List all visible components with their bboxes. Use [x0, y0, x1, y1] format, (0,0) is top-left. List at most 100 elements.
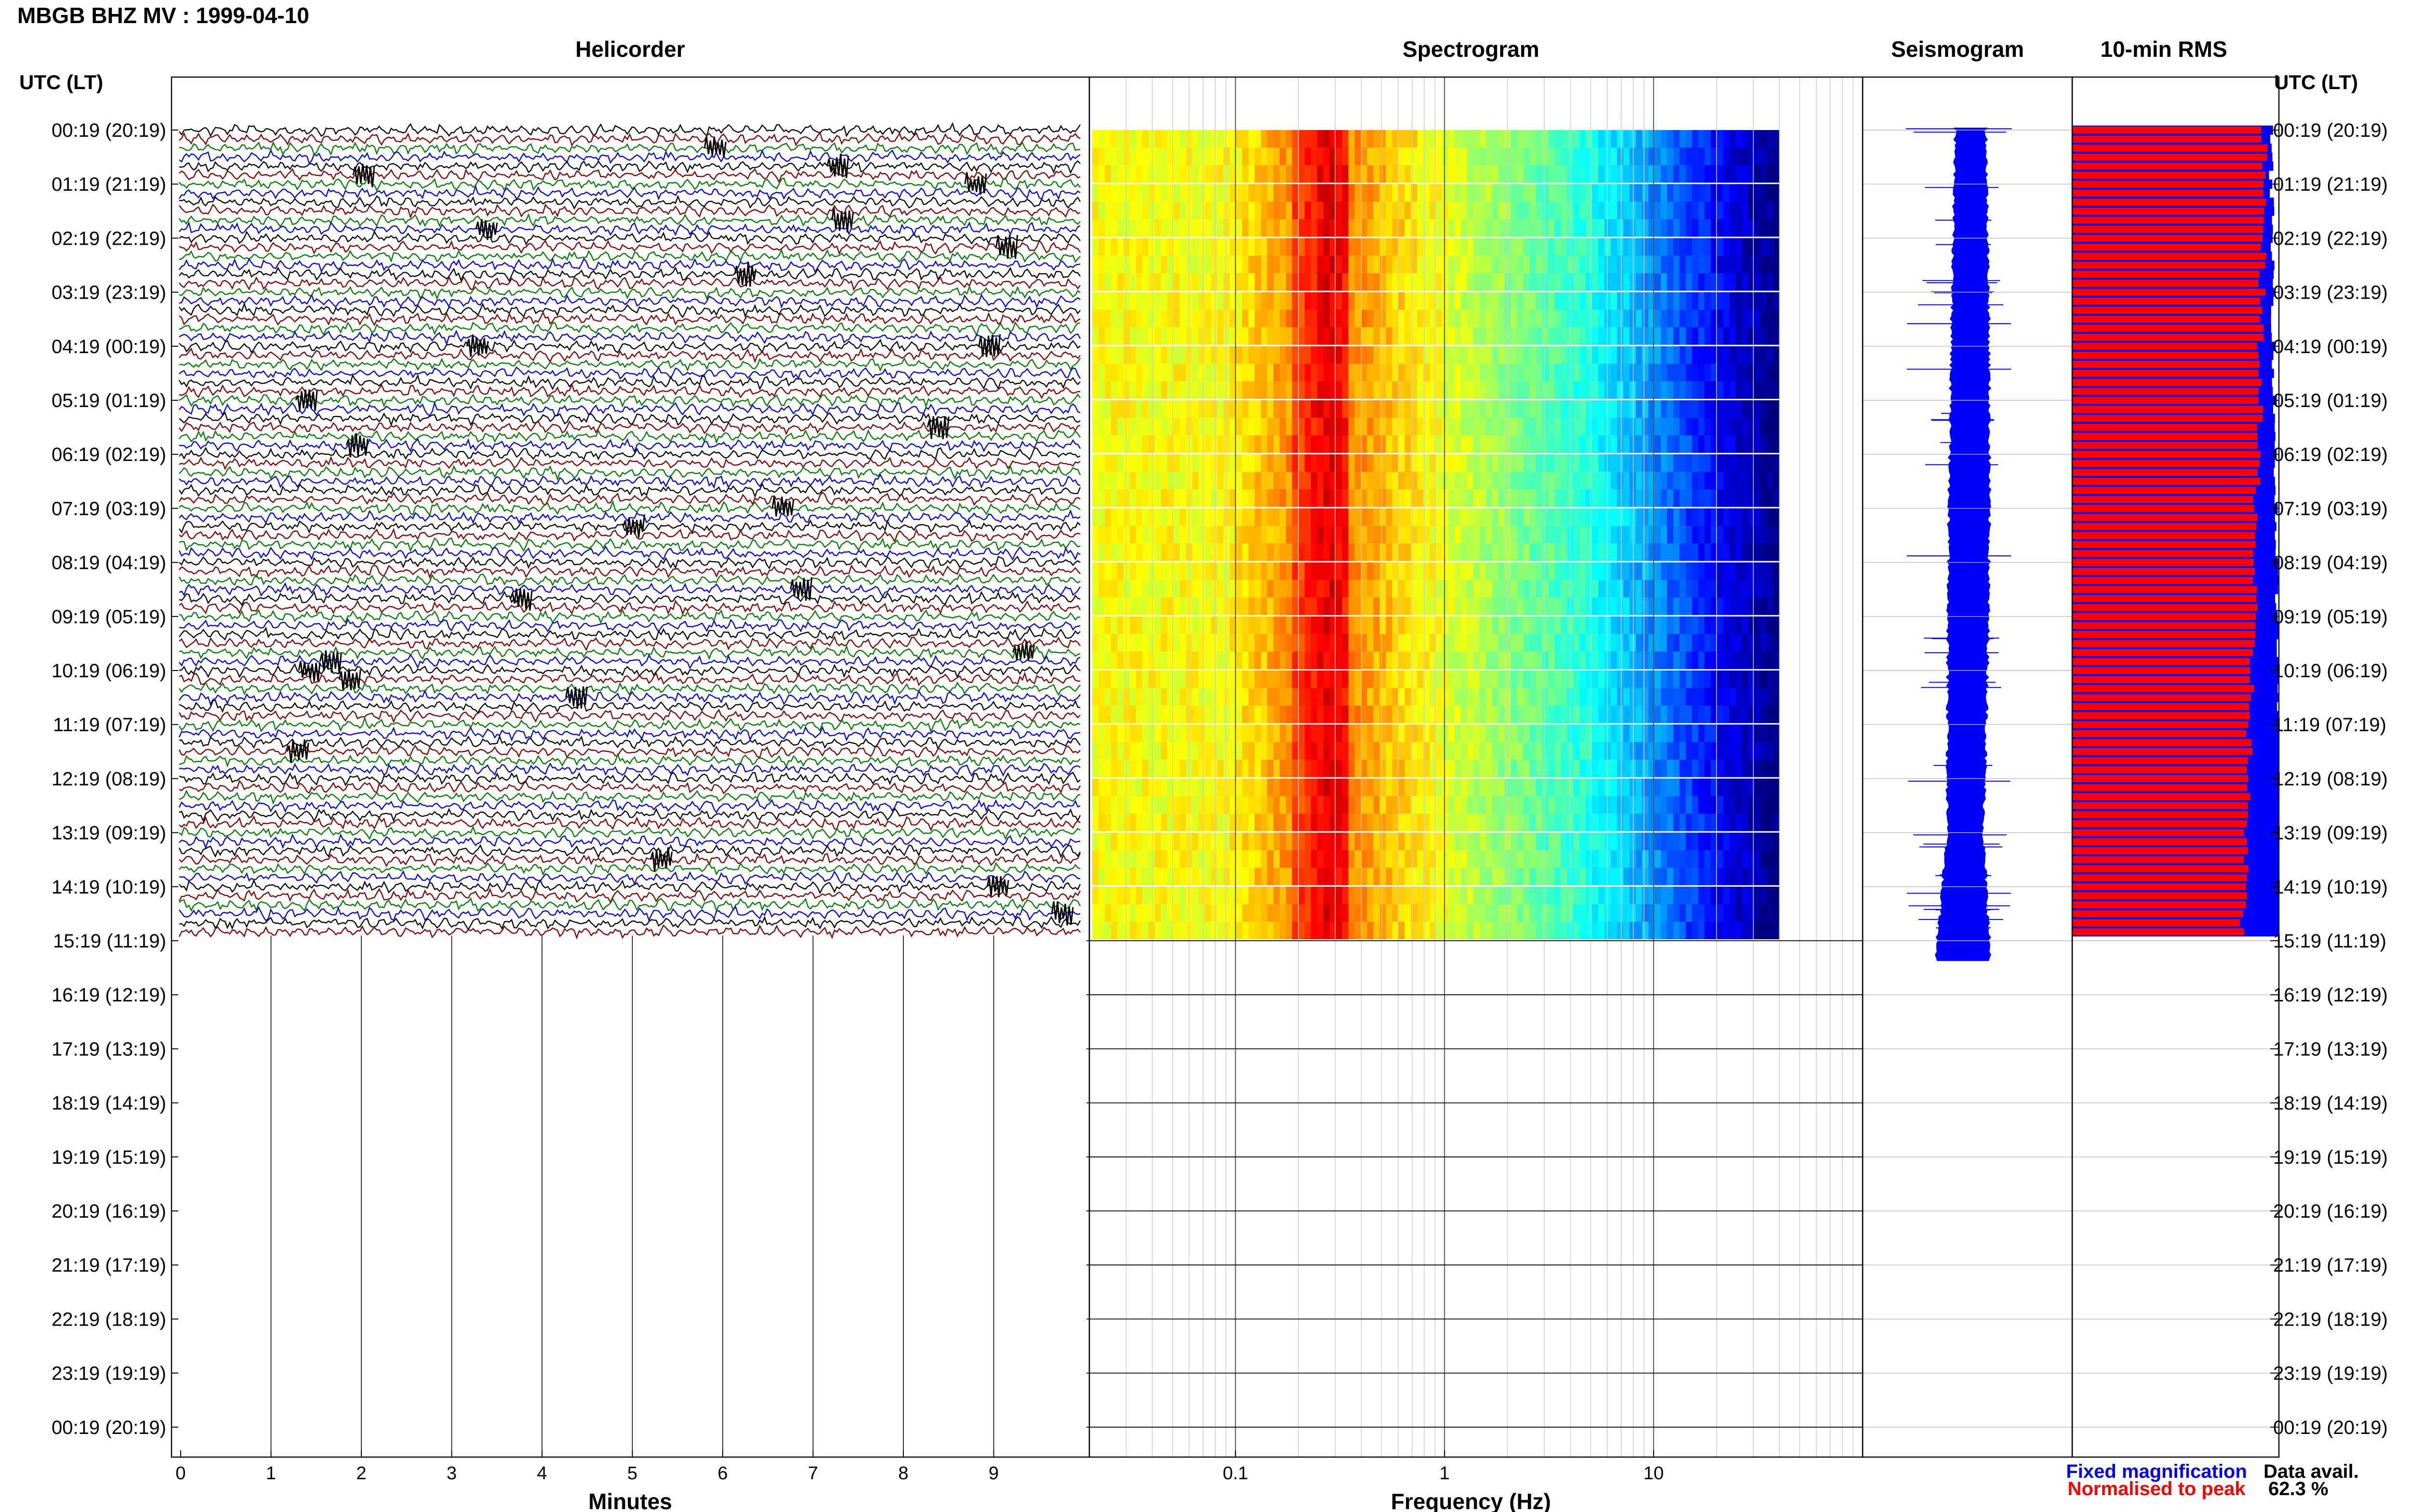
spectrogram-cell: [1273, 688, 1280, 706]
spectrogram-cell: [1598, 364, 1605, 382]
spectrogram-cell: [1685, 886, 1693, 905]
spectrogram-cell: [1517, 364, 1524, 382]
spectrogram-cell: [1735, 292, 1743, 310]
spectrogram-cell: [1336, 742, 1343, 760]
spectrogram-cell: [1148, 651, 1155, 670]
spectrogram-cell: [1336, 400, 1343, 418]
spectrogram-cell: [1611, 868, 1617, 886]
spectrogram-cell: [1436, 688, 1443, 706]
spectrogram-cell: [1455, 238, 1461, 256]
spectrogram-cell: [1280, 796, 1286, 814]
spectrogram-cell: [1455, 454, 1461, 473]
spectrogram-cell: [1142, 472, 1149, 490]
spectrogram-cell: [1492, 184, 1499, 202]
spectrogram-cell: [1267, 543, 1274, 562]
spectrogram-cell: [1642, 400, 1649, 418]
spectrogram-cell: [1361, 201, 1368, 220]
spectrogram-cell: [1510, 904, 1518, 922]
spectrogram-cell: [1398, 778, 1405, 797]
spectrogram-cell: [1267, 273, 1274, 291]
spectrogram-cell: [1611, 742, 1617, 760]
spectrogram-cell: [1354, 832, 1362, 851]
spectrogram-cell: [1623, 472, 1630, 490]
spectrogram-cell: [1548, 489, 1555, 507]
spectrogram-cell: [1636, 850, 1642, 868]
spectrogram-cell: [1742, 238, 1749, 256]
spectrogram-cell: [1461, 201, 1468, 220]
spectrogram-cell: [1548, 778, 1555, 797]
spectrogram-cell: [1142, 201, 1149, 220]
spectrogram-cell: [1767, 219, 1774, 237]
spectrogram-cell: [1561, 850, 1568, 868]
spectrogram-cell: [1604, 418, 1611, 436]
spectrogram-cell: [1523, 562, 1530, 580]
spectrogram-cell: [1342, 508, 1349, 526]
spectrogram-cell: [1348, 472, 1355, 490]
spectrogram-cell: [1679, 219, 1686, 237]
spectrogram-cell: [1154, 778, 1162, 797]
spectrogram-cell: [1554, 165, 1562, 183]
spectrogram-cell: [1586, 147, 1592, 166]
spectrogram-cell: [1598, 238, 1605, 256]
spectrogram-cell: [1773, 580, 1780, 598]
spectrogram-cell: [1304, 868, 1311, 886]
spectrogram-cell: [1267, 147, 1274, 166]
spectrogram-cell: [1655, 562, 1661, 580]
spectrogram-cell: [1273, 526, 1280, 544]
spectrogram-cell: [1129, 688, 1137, 706]
spectrogram-cell: [1498, 472, 1505, 490]
spectrogram-cell: [1367, 796, 1374, 814]
spectrogram-cell: [1742, 904, 1749, 922]
spectrogram-cell: [1754, 147, 1761, 166]
spectrogram-cell: [1629, 472, 1636, 490]
spectrogram-cell: [1554, 580, 1562, 598]
spectrogram-cell: [1323, 364, 1330, 382]
spectrogram-cell: [1117, 814, 1124, 832]
spectrogram-cell: [1198, 364, 1205, 382]
spectrogram-cell: [1142, 346, 1149, 364]
spectrogram-cell: [1517, 832, 1524, 851]
spectrogram-cell: [1461, 705, 1468, 723]
spectrogram-cell: [1611, 562, 1617, 580]
spectrogram-cell: [1204, 850, 1211, 868]
spectrogram-cell: [1448, 238, 1455, 256]
spectrogram-cell: [1542, 435, 1549, 453]
spectrogram-cell: [1455, 472, 1461, 490]
spectrogram-cell: [1554, 273, 1562, 291]
spectrogram-cell: [1685, 219, 1693, 237]
spectrogram-cell: [1310, 454, 1318, 473]
spectrogram-cell: [1404, 671, 1411, 688]
spectrogram-cell: [1542, 597, 1549, 616]
spectrogram-cell: [1392, 868, 1399, 886]
spectrogram-cell: [1286, 832, 1293, 851]
spectrogram-cell: [1598, 671, 1605, 688]
spectrogram-cell: [1586, 597, 1592, 616]
spectrogram-cell: [1586, 219, 1592, 237]
helicorder-trace: [179, 230, 1081, 246]
spectrogram-cell: [1692, 165, 1699, 183]
spectrogram-cell: [1267, 201, 1274, 220]
spectrogram-cell: [1386, 886, 1392, 905]
spectrogram-cell: [1104, 705, 1112, 723]
spectrogram-cell: [1698, 760, 1705, 777]
seismogram-panel-title: Seismogram: [1891, 37, 2024, 62]
spectrogram-cell: [1336, 651, 1343, 670]
spectrogram-cell: [1598, 705, 1605, 723]
spectrogram-cell: [1310, 400, 1318, 418]
spectrogram-cell: [1542, 472, 1549, 490]
spectrogram-cell: [1636, 346, 1642, 364]
spectrogram-cell: [1386, 904, 1392, 922]
spectrogram-cell: [1248, 238, 1255, 256]
spectrogram-cell: [1304, 616, 1311, 634]
spectrogram-cell: [1623, 201, 1630, 220]
helicorder-trace: [179, 500, 1081, 516]
spectrogram-cell: [1573, 760, 1580, 777]
spectrogram-cell: [1498, 130, 1505, 148]
spectrogram-cell: [1211, 886, 1218, 905]
spectrogram-cell: [1304, 688, 1311, 706]
spectrogram-cell: [1586, 472, 1592, 490]
spectrogram-cell: [1273, 850, 1280, 868]
spectrogram-cell: [1211, 778, 1218, 797]
spectrogram-cell: [1111, 400, 1118, 418]
spectrogram-cell: [1304, 634, 1311, 652]
